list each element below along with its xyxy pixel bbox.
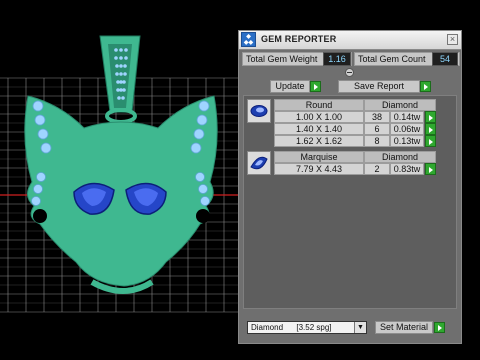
marquise-shape-header: Marquise (274, 151, 364, 163)
table-row-weight: 0.83tw (390, 163, 424, 175)
window-title: GEM REPORTER (261, 34, 337, 44)
save-report-go-icon[interactable] (420, 81, 431, 92)
set-material-button[interactable]: Set Material (375, 321, 433, 334)
total-gem-count-value: 54 (432, 52, 458, 66)
window-titlebar[interactable]: ◆ ◆◆ GEM REPORTER × (239, 31, 461, 50)
set-material-go-icon[interactable] (434, 322, 445, 333)
select-row-button[interactable] (425, 163, 436, 175)
table-row-weight: 0.13tw (390, 135, 424, 147)
marquise-material-header: Diamond (364, 151, 436, 163)
material-select[interactable]: Diamond [3.52 spg] ▼ (247, 321, 367, 334)
viewport-canvas (0, 35, 238, 313)
table-row-size: 7.79 X 4.43 (274, 163, 364, 175)
select-row-button[interactable] (425, 111, 436, 123)
update-button[interactable]: Update (270, 80, 310, 93)
collapse-toggle-button[interactable] (345, 68, 354, 77)
round-gem-icon (247, 99, 271, 123)
select-row-button[interactable] (425, 135, 436, 147)
gem-report-list: Round Diamond 1.00 X 1.00 38 0.14tw 1.40… (243, 95, 457, 309)
gem-reporter-window: ◆ ◆◆ GEM REPORTER × Total Gem Weight 1.16… (238, 30, 462, 344)
table-row-weight: 0.14tw (390, 111, 424, 123)
table-row-count: 6 (364, 123, 390, 135)
round-material-header: Diamond (364, 99, 436, 111)
update-go-icon[interactable] (310, 81, 321, 92)
table-row-count: 8 (364, 135, 390, 147)
marquise-gem-icon (247, 151, 271, 175)
table-row-size: 1.00 X 1.00 (274, 111, 364, 123)
table-row-size: 1.62 X 1.62 (274, 135, 364, 147)
table-row-size: 1.40 X 1.40 (274, 123, 364, 135)
table-row-count: 2 (364, 163, 390, 175)
save-report-button[interactable]: Save Report (338, 80, 420, 93)
close-button[interactable]: × (447, 34, 458, 45)
total-gem-weight-value: 1.16 (323, 52, 351, 66)
model-viewport[interactable] (0, 0, 238, 360)
chevron-down-icon[interactable]: ▼ (354, 322, 366, 333)
round-shape-header: Round (274, 99, 364, 111)
table-row-weight: 0.06tw (390, 123, 424, 135)
material-select-value: Diamond [3.52 spg] (251, 323, 332, 332)
select-row-button[interactable] (425, 123, 436, 135)
table-row-count: 38 (364, 111, 390, 123)
gem-reporter-app-icon: ◆ ◆◆ (241, 32, 256, 47)
